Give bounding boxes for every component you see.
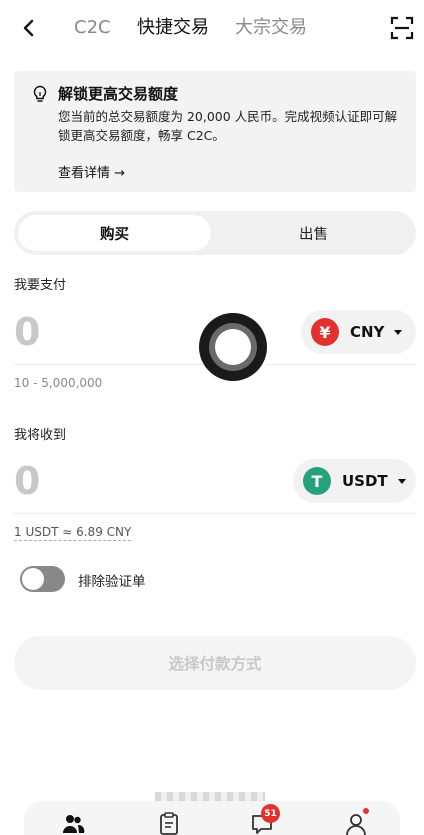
banner-title: 解锁更高交易额度 [58,85,179,103]
back-button[interactable] [14,14,42,42]
banner-details-link[interactable]: 查看详情 → [58,162,125,181]
lightbulb-icon [33,85,47,102]
tab-block-trade[interactable]: 大宗交易 [235,16,307,40]
buy-sell-toggle: 购买 出售 [14,211,416,255]
pay-currency-select[interactable]: ¥ CNY [301,310,416,354]
buy-tab[interactable]: 购买 [18,215,211,251]
receive-amount-input[interactable]: 0 [14,459,40,503]
chevron-down-icon [394,329,403,335]
divider [14,513,416,514]
receive-currency-label: USDT [342,472,388,490]
pay-range: 10 - 5,000,000 [14,376,103,390]
pay-currency-label: CNY [350,323,385,341]
select-payment-method-button[interactable]: 选择付款方式 [14,636,416,690]
scan-icon [390,16,414,40]
scan-button[interactable] [388,14,416,42]
profile-icon[interactable] [344,811,368,835]
sell-tab[interactable]: 出售 [215,215,412,251]
toggle-knob [22,568,44,590]
banner-body: 您当前的总交易额度为 20,000 人民币。完成视频认证即可解锁更高交易额度，畅… [58,109,398,143]
usdt-icon: T [303,467,331,495]
receive-label: 我将收到 [14,428,67,443]
exclude-verified-toggle[interactable] [20,566,65,592]
pay-label: 我要支付 [14,278,67,293]
chevron-down-icon [397,478,406,484]
limit-banner: 解锁更高交易额度 您当前的总交易额度为 20,000 人民币。完成视频认证即可解… [14,71,416,192]
profile-notification-dot [363,808,369,814]
exchange-rate[interactable]: 1 USDT ≈ 6.89 CNY [14,525,132,541]
assistive-touch-button[interactable] [199,313,267,381]
chevron-left-icon [23,19,34,37]
tab-c2c[interactable]: C2C [74,16,111,40]
assistive-ring [209,323,257,371]
assistive-core [215,329,251,365]
orders-icon[interactable] [157,811,181,835]
receive-currency-select[interactable]: T USDT [293,459,416,503]
tab-quick-trade[interactable]: 快捷交易 [137,16,209,40]
bottom-nav [24,801,400,835]
users-icon[interactable] [61,811,85,835]
chat-badge: 51 [261,804,280,823]
cny-icon: ¥ [311,318,339,346]
pay-amount-input[interactable]: 0 [14,310,40,354]
exclude-verified-label: 排除验证单 [78,574,146,590]
